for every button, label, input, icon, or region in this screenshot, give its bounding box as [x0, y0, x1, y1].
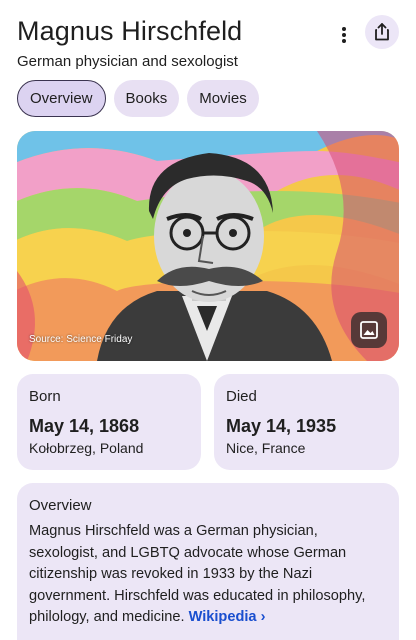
view-images-button[interactable]	[351, 312, 387, 348]
header: Magnus Hirschfeld	[17, 12, 399, 52]
died-label: Died	[226, 388, 257, 405]
portrait-illustration	[17, 131, 399, 361]
hero-image[interactable]: Source: Science Friday	[17, 131, 399, 361]
born-card[interactable]: Born May 14, 1868 Kołobrzeg, Poland	[17, 374, 201, 470]
share-button[interactable]	[365, 15, 399, 49]
overview-label: Overview	[29, 497, 92, 514]
more-options-button[interactable]	[331, 22, 357, 48]
page-title: Magnus Hirschfeld	[17, 16, 243, 46]
overview-text: Magnus Hirschfeld was a German physician…	[29, 521, 389, 629]
image-source-caption: Source: Science Friday	[29, 334, 133, 345]
more-vert-icon	[342, 27, 346, 43]
born-date: May 14, 1868	[29, 416, 140, 436]
image-icon	[360, 321, 378, 339]
died-place: Nice, France	[226, 440, 306, 456]
died-date: May 14, 1935	[226, 416, 337, 436]
born-label: Born	[29, 388, 61, 405]
tab-movies[interactable]: Movies	[187, 80, 259, 117]
wikipedia-link[interactable]: Wikipedia ›	[189, 609, 266, 625]
tab-bar: Overview Books Movies	[17, 80, 259, 117]
overview-card: Overview Magnus Hirschfeld was a German …	[17, 483, 399, 640]
died-card[interactable]: Died May 14, 1935 Nice, France	[214, 374, 399, 470]
tab-books[interactable]: Books	[113, 80, 180, 117]
tab-overview[interactable]: Overview	[17, 80, 106, 117]
born-place: Kołobrzeg, Poland	[29, 440, 144, 456]
subtitle: German physician and sexologist	[17, 53, 238, 70]
share-icon	[375, 23, 389, 41]
